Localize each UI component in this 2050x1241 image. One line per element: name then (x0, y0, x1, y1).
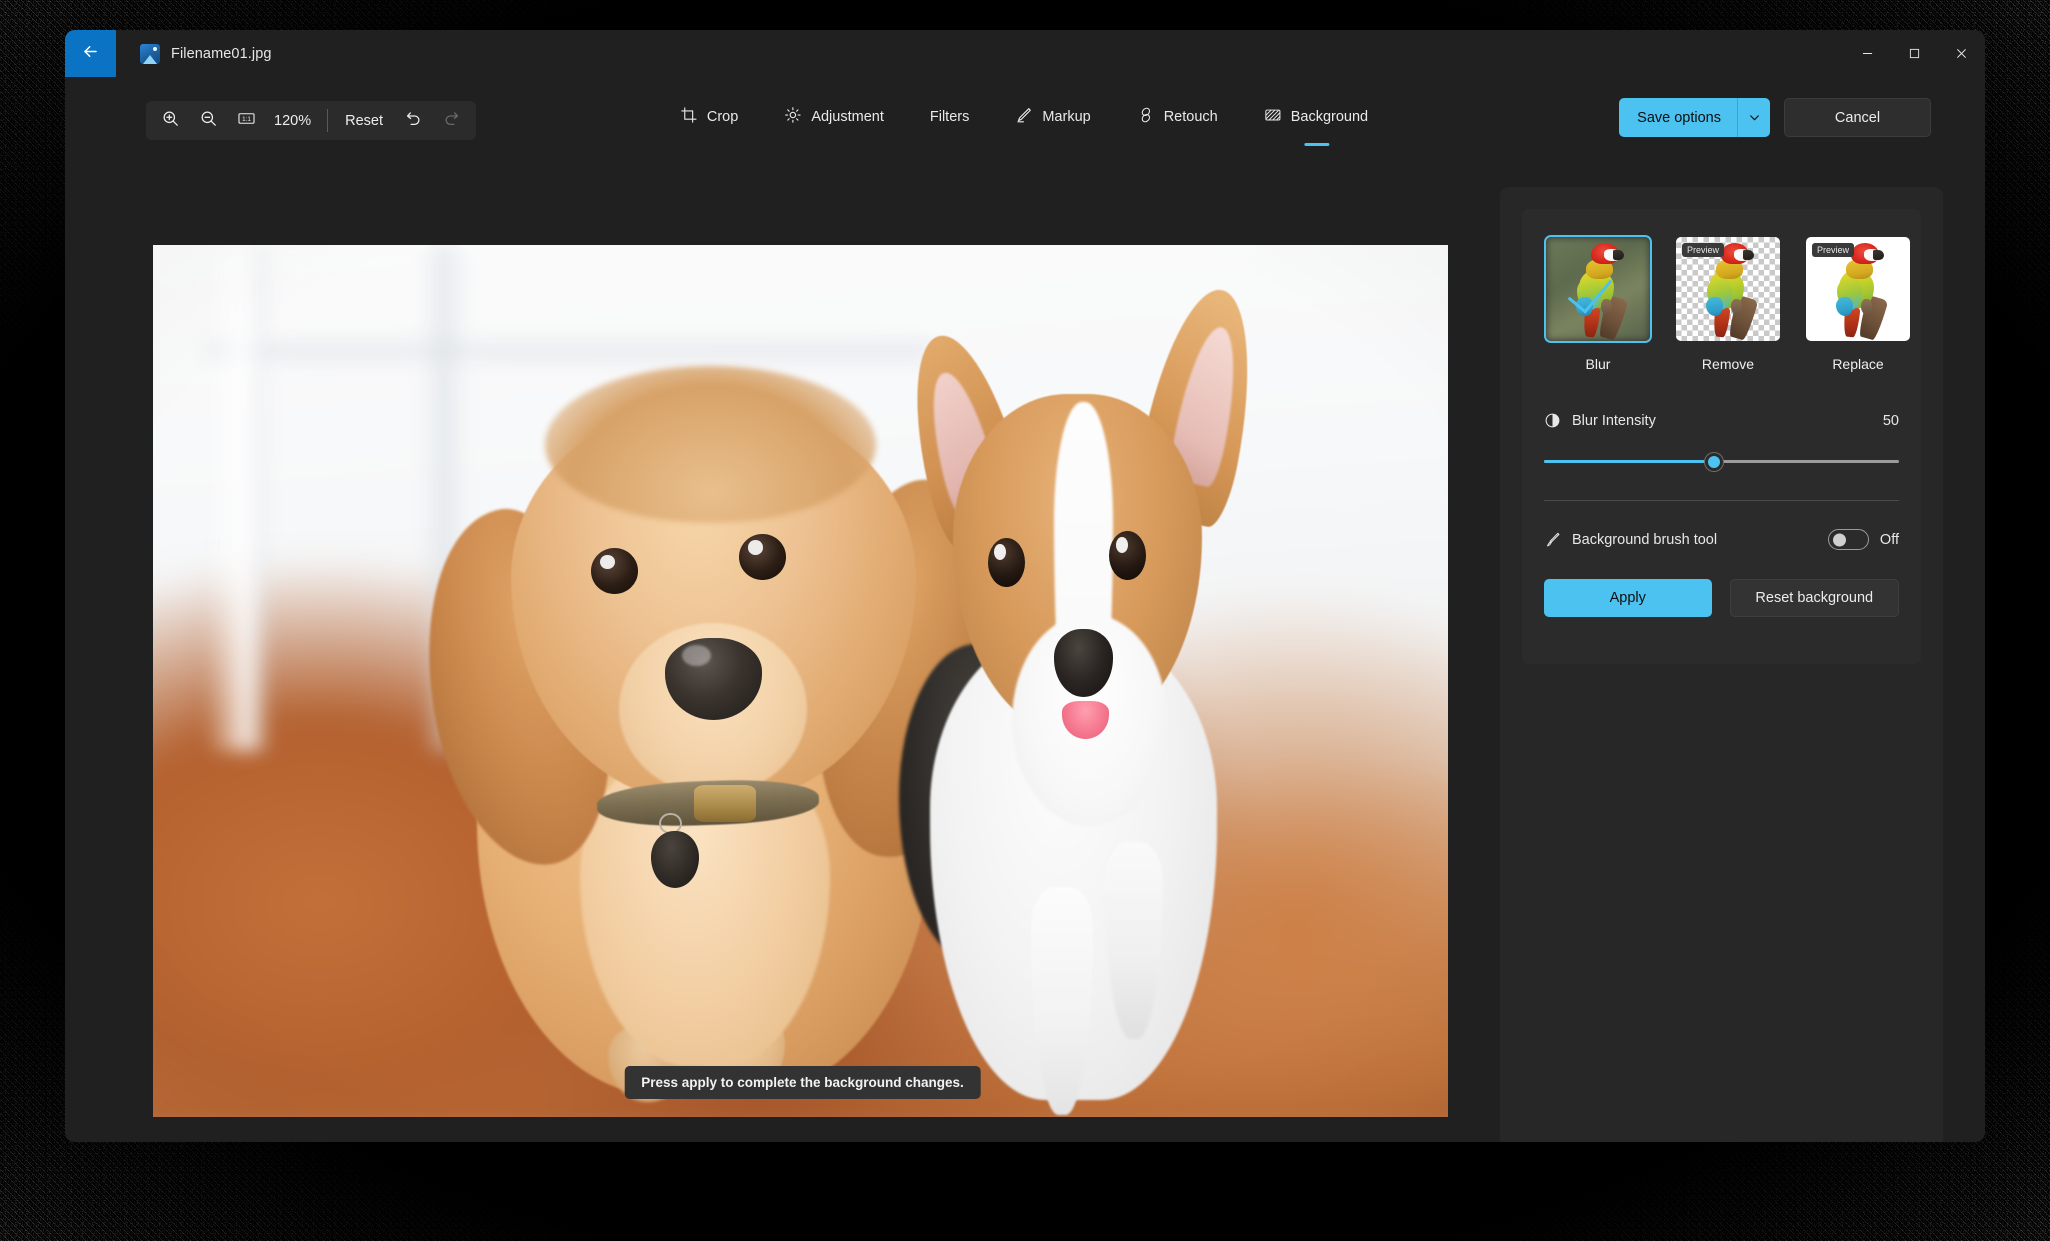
undo-button[interactable] (396, 105, 432, 136)
zoom-out-button[interactable] (190, 105, 226, 136)
background-brush-toggle[interactable] (1827, 529, 1869, 550)
chevron-down-icon[interactable] (1737, 98, 1770, 137)
tab-label: Markup (1042, 109, 1091, 125)
background-brush-state: Off (1879, 531, 1899, 548)
zoom-level-label: 120% (274, 112, 312, 129)
slider-thumb[interactable] (1705, 453, 1724, 471)
close-button[interactable] (1938, 30, 1985, 77)
tab-label: Adjustment (811, 109, 884, 125)
undo-icon (404, 109, 423, 133)
tab-label: Filters (929, 109, 970, 125)
tab-filters[interactable]: Filters (914, 100, 987, 134)
apply-button[interactable]: Apply (1544, 579, 1712, 617)
blur-intensity-row: Blur Intensity 50 (1544, 412, 1899, 429)
title-bar: Filename01.jpg (65, 30, 1985, 77)
file-name-label: Filename01.jpg (171, 45, 272, 62)
toolbar-divider (327, 109, 329, 132)
zoom-in-button[interactable] (152, 105, 188, 136)
minimize-button[interactable] (1844, 30, 1891, 77)
background-option-replace[interactable]: Preview Replace (1804, 235, 1912, 372)
command-bar-actions: Save options Cancel (1619, 98, 1931, 137)
panel-action-buttons: Apply Reset background (1544, 579, 1899, 617)
slider-fill (1544, 460, 1715, 463)
tab-retouch[interactable]: Retouch (1121, 97, 1236, 137)
photo-vignette (153, 245, 1448, 1117)
back-button[interactable] (65, 30, 116, 77)
cancel-button[interactable]: Cancel (1784, 98, 1931, 137)
preview-badge: Preview (1682, 243, 1725, 257)
redo-button[interactable] (434, 105, 470, 136)
option-thumbnail: Preview (1804, 235, 1912, 343)
status-toast: Press apply to complete the background c… (624, 1066, 981, 1099)
redo-icon (442, 109, 461, 133)
tab-markup[interactable]: Markup (999, 97, 1108, 137)
zoom-toolbar: 1:1 120% Reset (146, 101, 476, 140)
tab-label: Background (1290, 109, 1369, 125)
background-settings-card: Blur Preview Remove Preview Replace Blur… (1522, 209, 1921, 664)
background-icon (1264, 106, 1282, 128)
svg-text:1:1: 1:1 (242, 116, 251, 123)
parrot-thumbnail-image (1831, 243, 1889, 341)
command-bar: 1:1 120% Reset Crop Adjustment Filters M… (65, 77, 1985, 157)
tab-label: Retouch (1163, 109, 1218, 125)
save-options-button[interactable]: Save options (1619, 98, 1770, 137)
crop-icon (680, 106, 698, 128)
contrast-icon (1544, 412, 1561, 429)
editor-tab-bar: Crop Adjustment Filters Markup Retouch B… (658, 97, 1392, 146)
background-options-group: Blur Preview Remove Preview Replace (1544, 235, 1910, 372)
maximize-button[interactable] (1891, 30, 1938, 77)
zoom-in-icon (161, 109, 180, 133)
background-option-remove[interactable]: Preview Remove (1674, 235, 1782, 372)
blur-intensity-slider[interactable] (1544, 453, 1899, 471)
panel-divider (1544, 500, 1899, 501)
blur-intensity-label: Blur Intensity (1572, 412, 1656, 429)
reset-button[interactable]: Reset (334, 107, 394, 135)
tab-active-indicator (1304, 143, 1330, 146)
workspace: Press apply to complete the background c… (65, 157, 1985, 1142)
photo-canvas[interactable] (153, 245, 1448, 1117)
tab-crop[interactable]: Crop (664, 97, 756, 137)
back-arrow-icon (81, 42, 100, 66)
screen-frame: Filename01.jpg 1:1 120% Reset Crop Adjus… (0, 0, 2050, 1241)
preview-badge: Preview (1812, 243, 1855, 257)
zoom-out-icon (199, 109, 218, 133)
option-label: Blur (1585, 356, 1611, 372)
blur-intensity-value: 50 (1882, 412, 1899, 429)
brush-toggle-group: Off (1827, 529, 1899, 550)
canvas-area: Press apply to complete the background c… (65, 157, 1540, 1142)
title-file-info: Filename01.jpg (116, 30, 272, 77)
actual-size-button[interactable]: 1:1 (228, 105, 264, 136)
photo-editor-window: Filename01.jpg 1:1 120% Reset Crop Adjus… (65, 30, 1985, 1142)
parrot-thumbnail-image (1701, 243, 1759, 341)
window-controls (1844, 30, 1985, 77)
background-brush-label: Background brush tool (1572, 531, 1718, 548)
actual-size-1-to-1-icon: 1:1 (237, 109, 256, 133)
brightness-icon (784, 106, 802, 128)
paint-brush-icon (1544, 531, 1561, 548)
pen-icon (1015, 106, 1033, 128)
background-brush-row: Background brush tool Off (1544, 529, 1899, 550)
background-tools-panel: Blur Preview Remove Preview Replace Blur… (1500, 187, 1943, 1142)
background-option-blur[interactable]: Blur (1544, 235, 1652, 372)
reset-background-button[interactable]: Reset background (1729, 579, 1899, 617)
save-options-label: Save options (1637, 109, 1721, 126)
option-label: Remove (1701, 356, 1755, 372)
option-thumbnail (1544, 235, 1652, 343)
image-file-icon (140, 43, 160, 64)
tab-background[interactable]: Background (1248, 97, 1386, 146)
tab-adjustment[interactable]: Adjustment (768, 97, 902, 137)
option-label: Replace (1832, 356, 1884, 372)
option-thumbnail: Preview (1674, 235, 1782, 343)
tab-label: Crop (706, 109, 739, 125)
retouch-icon (1137, 106, 1155, 128)
